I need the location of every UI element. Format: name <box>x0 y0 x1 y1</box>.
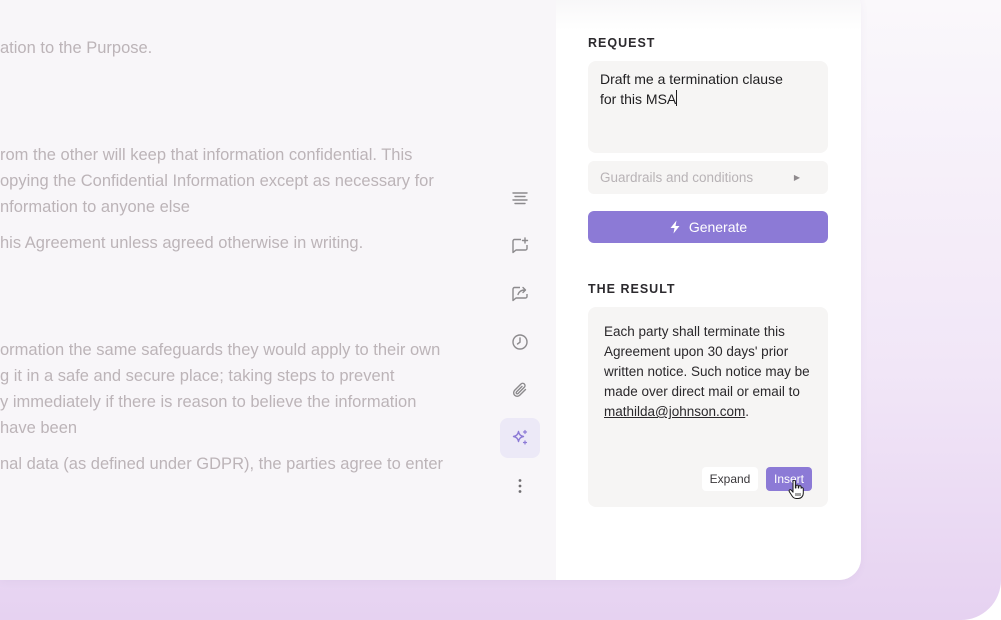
doc-line: y immediately if there is reason to beli… <box>0 393 417 411</box>
request-text: Draft me a termination clause for this M… <box>600 71 783 107</box>
doc-line: ormation the same safeguards they would … <box>0 341 441 359</box>
guardrails-label: Guardrails and conditions <box>600 170 754 185</box>
align-text-icon <box>512 192 528 205</box>
more-options-icon <box>518 479 522 493</box>
result-body: Each party shall terminate this Agreemen… <box>604 324 810 399</box>
ai-panel: REQUEST Draft me a termination clause fo… <box>556 0 861 580</box>
attachment-icon <box>512 382 527 398</box>
sparkle-ai-icon <box>512 429 528 445</box>
doc-line: ation to the Purpose. <box>0 39 153 57</box>
side-toolbar <box>500 0 540 580</box>
request-input[interactable]: Draft me a termination clause for this M… <box>588 61 828 153</box>
doc-line: his Agreement unless agreed otherwise in… <box>0 234 364 252</box>
document-editor[interactable]: ation to the Purpose. rom the other will… <box>0 0 556 580</box>
attachment-button[interactable] <box>500 370 540 410</box>
app-background: ation to the Purpose. rom the other will… <box>0 0 1001 620</box>
align-text-button[interactable] <box>500 178 540 218</box>
doc-line: opying the Confidential Information exce… <box>0 172 434 190</box>
share-button[interactable] <box>500 274 540 314</box>
doc-line: g it in a safe and secure place; taking … <box>0 367 395 385</box>
doc-line: rom the other will keep that information… <box>0 146 413 164</box>
add-comment-icon <box>512 237 529 254</box>
result-title: THE RESULT <box>588 282 676 296</box>
hand-pointer-icon <box>788 480 804 499</box>
add-comment-button[interactable] <box>500 226 540 266</box>
doc-line: have been <box>0 419 78 437</box>
generate-button[interactable]: Generate <box>588 211 828 243</box>
result-email-link[interactable]: mathilda@johnson.com <box>604 404 745 419</box>
ai-assistant-button[interactable] <box>500 418 540 458</box>
text-caret <box>676 90 678 106</box>
doc-line: nformation to anyone else <box>0 198 190 216</box>
history-button[interactable] <box>500 322 540 362</box>
lightning-icon <box>670 220 680 234</box>
result-text: Each party shall terminate this Agreemen… <box>604 322 812 422</box>
history-icon <box>512 334 528 350</box>
result-card: Each party shall terminate this Agreemen… <box>588 307 828 507</box>
guardrails-dropdown[interactable]: Guardrails and conditions ▶ <box>588 161 828 194</box>
generate-label: Generate <box>688 219 748 235</box>
panel-top-fade <box>556 0 861 30</box>
more-options-button[interactable] <box>500 466 540 506</box>
request-title: REQUEST <box>588 36 656 50</box>
result-period: . <box>745 404 750 419</box>
app-window: ation to the Purpose. rom the other will… <box>0 0 861 580</box>
doc-line: nal data (as defined under GDPR), the pa… <box>0 455 444 473</box>
expand-button[interactable]: Expand <box>702 467 758 491</box>
caret-right-icon: ▶ <box>793 173 800 182</box>
share-icon <box>512 286 528 302</box>
